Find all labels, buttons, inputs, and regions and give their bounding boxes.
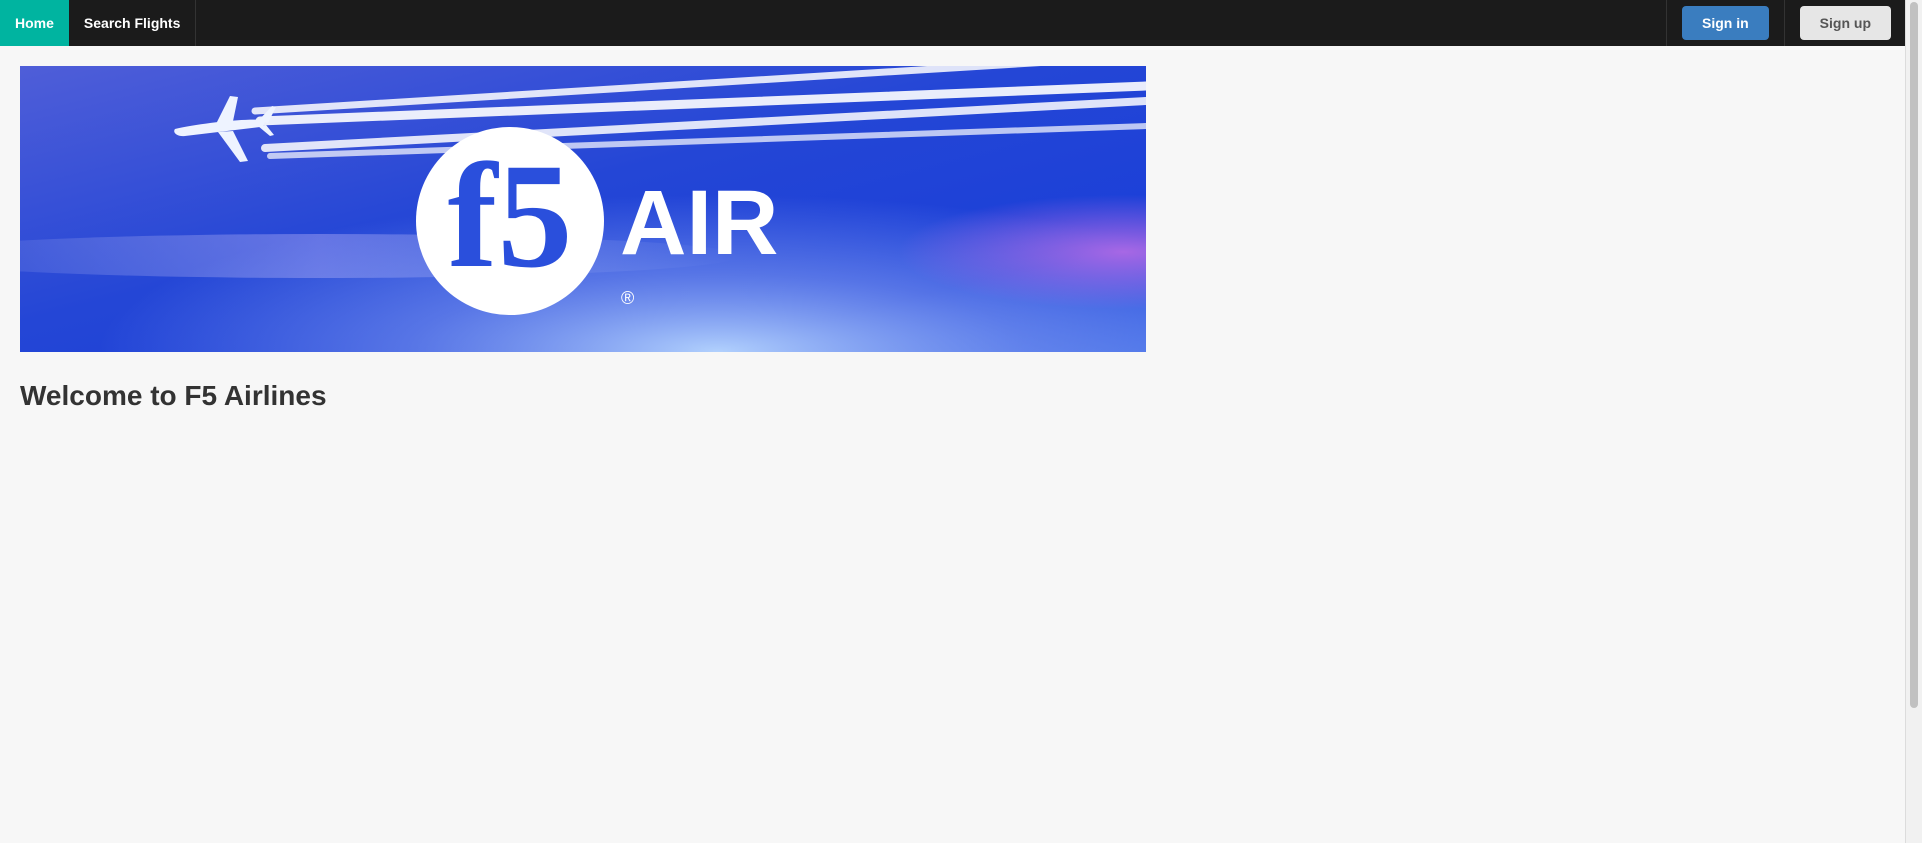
nav-left: Home Search Flights <box>0 0 197 46</box>
page: Home Search Flights Sign in Sign up f5 ®… <box>0 0 1922 843</box>
top-navbar: Home Search Flights Sign in Sign up <box>0 0 1906 46</box>
vertical-scrollbar[interactable] <box>1905 0 1922 843</box>
signin-wrap: Sign in <box>1666 0 1784 46</box>
signin-button[interactable]: Sign in <box>1682 6 1769 40</box>
page-title: Welcome to F5 Airlines <box>20 380 327 411</box>
scrollbar-thumb[interactable] <box>1910 2 1918 708</box>
logo-f5-text: f5 <box>448 133 573 299</box>
nav-home[interactable]: Home <box>0 0 69 46</box>
banner-image: f5 ® AIR <box>20 66 1146 352</box>
registered-mark: ® <box>621 288 634 308</box>
nav-right: Sign in Sign up <box>1666 0 1906 46</box>
nav-search-flights[interactable]: Search Flights <box>69 0 197 46</box>
hero-banner: f5 ® AIR <box>20 66 1146 352</box>
signup-button[interactable]: Sign up <box>1799 6 1891 40</box>
logo-air-text: AIR <box>620 172 778 274</box>
signup-wrap: Sign up <box>1783 0 1906 46</box>
